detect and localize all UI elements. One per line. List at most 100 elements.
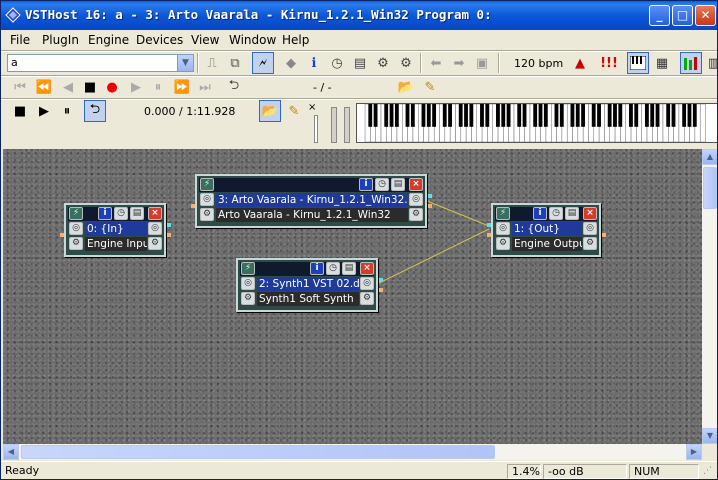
black-key[interactable] bbox=[597, 104, 601, 127]
player-stop-icon[interactable]: ■ bbox=[9, 100, 31, 122]
black-key[interactable] bbox=[517, 104, 522, 127]
plug-icon[interactable]: ⚡ bbox=[69, 207, 83, 220]
black-key[interactable] bbox=[458, 104, 463, 127]
settings-icon[interactable]: ⚙ bbox=[200, 208, 214, 221]
tool-icon[interactable]: ▥ bbox=[703, 52, 717, 74]
output-pin[interactable] bbox=[379, 278, 383, 282]
bypass-icon[interactable]: ⎍ bbox=[201, 52, 223, 74]
settings-icon[interactable]: ⚙ bbox=[409, 208, 423, 221]
black-key[interactable] bbox=[432, 104, 437, 127]
open-folder-icon[interactable]: 📂 bbox=[395, 76, 417, 98]
stop-icon[interactable]: ■ bbox=[79, 76, 101, 98]
slider-bar-icon[interactable]: ▦ bbox=[651, 52, 673, 74]
black-key[interactable] bbox=[368, 104, 373, 127]
plug-icon[interactable]: ⚡ bbox=[241, 262, 255, 275]
clock-icon[interactable]: ◷ bbox=[326, 52, 348, 74]
black-key[interactable] bbox=[538, 104, 543, 127]
output-pin[interactable] bbox=[167, 223, 171, 227]
resize-grip-icon[interactable]: ⋰ bbox=[703, 466, 712, 476]
midi-port-icon[interactable]: ◎ bbox=[583, 222, 597, 235]
black-key[interactable] bbox=[671, 104, 676, 127]
black-key[interactable] bbox=[506, 104, 511, 127]
black-key[interactable] bbox=[394, 104, 399, 127]
record-icon[interactable]: ● bbox=[101, 76, 123, 98]
menu-engine[interactable]: Engine bbox=[88, 33, 129, 47]
black-key[interactable] bbox=[496, 104, 500, 127]
black-key[interactable] bbox=[405, 104, 410, 127]
plugin-engine-input[interactable]: ⚡ i ◷ ▤ × ◎ ⚙ 0: {In} Engine Input ◎ ⚙ bbox=[64, 203, 166, 257]
midi-port-icon[interactable]: ◎ bbox=[200, 193, 214, 206]
close-icon[interactable]: × bbox=[360, 262, 374, 275]
pause-icon[interactable]: ⏸ bbox=[147, 76, 169, 98]
info-icon[interactable]: i bbox=[310, 262, 324, 275]
black-key[interactable] bbox=[485, 104, 490, 127]
output-pin[interactable] bbox=[167, 233, 171, 237]
settings-icon[interactable]: ⚙ bbox=[496, 237, 510, 250]
arrow-right-icon[interactable]: ➡ bbox=[448, 52, 470, 74]
settings-icon[interactable]: ⚙ bbox=[69, 237, 83, 250]
input-pin[interactable] bbox=[487, 223, 491, 227]
midi-port-icon[interactable]: ◎ bbox=[409, 193, 423, 206]
black-key[interactable] bbox=[554, 104, 559, 127]
editor-icon[interactable]: ▤ bbox=[130, 207, 144, 220]
play-icon[interactable]: ▶ bbox=[125, 76, 147, 98]
horizontal-scrollbar[interactable]: ◀ ▶ bbox=[3, 444, 702, 460]
metronome-icon[interactable]: ▲ bbox=[569, 52, 591, 74]
fast-forward-icon[interactable]: ⏩ bbox=[171, 76, 193, 98]
clock-icon[interactable]: ◷ bbox=[114, 207, 128, 220]
output-pin[interactable] bbox=[428, 204, 432, 208]
black-key[interactable] bbox=[464, 104, 468, 127]
chevron-down-icon[interactable]: ▼ bbox=[177, 55, 193, 71]
midi-port-icon[interactable]: ◎ bbox=[148, 222, 162, 235]
black-key[interactable] bbox=[644, 104, 649, 127]
menu-window[interactable]: Window bbox=[229, 33, 276, 47]
input-pin[interactable] bbox=[191, 204, 195, 208]
midi-thru-icon[interactable]: 🗲 bbox=[252, 52, 274, 74]
player-loop-icon[interactable]: ⮌ bbox=[84, 100, 106, 122]
black-key[interactable] bbox=[692, 104, 697, 127]
midi-filter-icon[interactable]: ⚙ bbox=[372, 52, 394, 74]
rewind-icon[interactable]: ⏪ bbox=[33, 76, 55, 98]
performance-combo[interactable]: a ▼ bbox=[7, 54, 194, 72]
step-back-icon[interactable]: ◀ bbox=[57, 76, 79, 98]
black-key[interactable] bbox=[591, 104, 596, 127]
black-key[interactable] bbox=[570, 104, 575, 127]
black-key[interactable] bbox=[448, 104, 452, 127]
midi-port-icon[interactable]: ◎ bbox=[496, 222, 510, 235]
editor-icon[interactable]: ▤ bbox=[349, 52, 371, 74]
arrow-left-icon[interactable]: ⬅ bbox=[425, 52, 447, 74]
plug-icon[interactable]: ⚡ bbox=[496, 207, 510, 220]
black-key[interactable] bbox=[629, 104, 633, 127]
maximize-button[interactable]: □ bbox=[672, 5, 693, 26]
black-key[interactable] bbox=[442, 104, 447, 127]
input-pin[interactable] bbox=[487, 233, 491, 237]
info-icon[interactable]: i bbox=[533, 207, 547, 220]
black-key[interactable] bbox=[426, 104, 431, 127]
black-key[interactable] bbox=[469, 104, 474, 127]
black-key[interactable] bbox=[650, 104, 655, 127]
loop-icon[interactable]: ⮌ bbox=[223, 76, 245, 98]
menu-help[interactable]: Help bbox=[282, 33, 309, 47]
black-key[interactable] bbox=[559, 104, 564, 127]
vertical-scrollbar[interactable]: ▲ ▼ bbox=[702, 149, 717, 444]
black-key[interactable] bbox=[607, 104, 612, 127]
scroll-up-icon[interactable]: ▲ bbox=[702, 149, 717, 165]
menu-view[interactable]: View bbox=[191, 33, 219, 47]
bpm-display[interactable]: 120 bpm bbox=[514, 57, 563, 70]
output-pin[interactable] bbox=[379, 288, 383, 292]
black-key[interactable] bbox=[384, 104, 389, 127]
close-button[interactable]: ✕ bbox=[695, 5, 716, 26]
black-key[interactable] bbox=[543, 104, 548, 127]
scroll-right-icon[interactable]: ▶ bbox=[686, 444, 702, 460]
forward-end-icon[interactable]: ⏭ bbox=[194, 76, 216, 98]
black-key[interactable] bbox=[480, 104, 484, 127]
settings-icon[interactable]: ⚙ bbox=[583, 237, 597, 250]
keyboard-toggle-icon[interactable] bbox=[627, 52, 649, 74]
menu-devices[interactable]: Devices bbox=[136, 33, 183, 47]
input-pin[interactable] bbox=[60, 233, 64, 237]
black-key[interactable] bbox=[522, 104, 527, 127]
vertical-scroll-thumb[interactable] bbox=[703, 167, 717, 209]
black-key[interactable] bbox=[618, 104, 623, 127]
midi-panic-icon[interactable]: !!! bbox=[598, 52, 620, 74]
clock-icon[interactable]: ◷ bbox=[375, 178, 389, 191]
